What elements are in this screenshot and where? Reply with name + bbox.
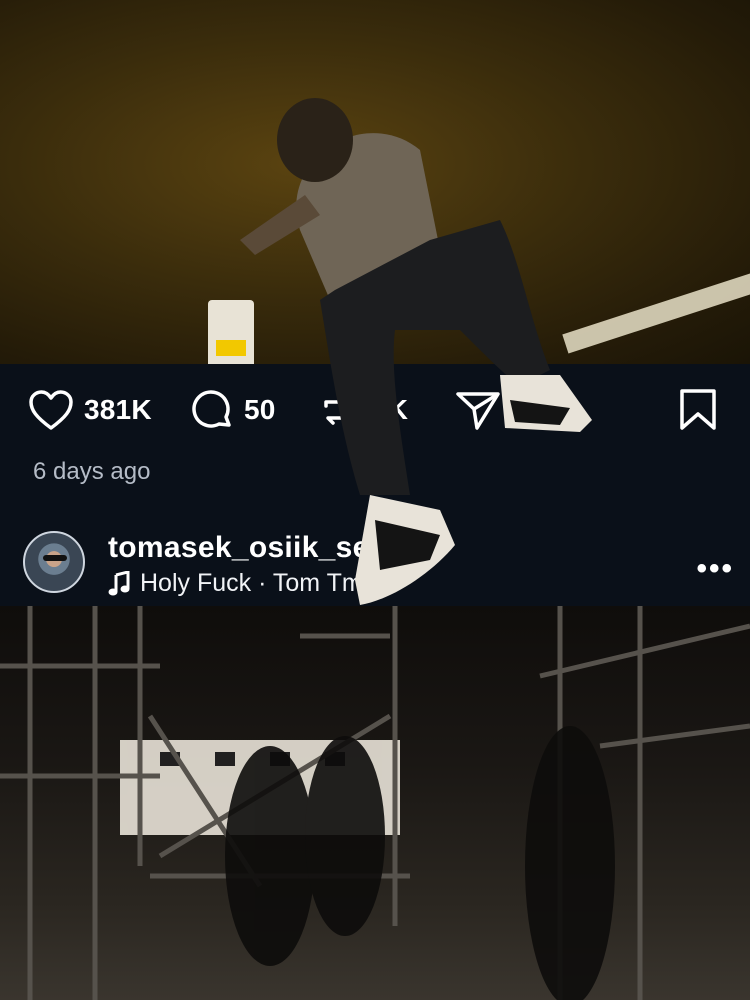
heart-icon (28, 389, 74, 431)
road-marking (562, 266, 750, 354)
more-options-button[interactable]: ••• (696, 552, 734, 586)
roadside-post (208, 300, 254, 364)
scaffolding-illustration (0, 606, 750, 1000)
comment-button[interactable]: 50 (190, 388, 276, 432)
save-button[interactable] (678, 388, 718, 432)
music-note-icon (108, 570, 130, 597)
avatar-sunglasses (43, 555, 67, 561)
username-text: tomasek_osiik_se (108, 531, 370, 564)
share-count: 7K (511, 394, 548, 425)
author-row: tomasek_osiik_se_ Holy Fuck · Tom Tm ••• (0, 528, 750, 598)
bookmark-icon (678, 388, 718, 432)
repost-count: 4K (372, 394, 409, 425)
repost-button[interactable]: 4K (318, 388, 408, 432)
more-dots-icon: ••• (696, 552, 734, 585)
comment-bubble-icon (190, 388, 234, 432)
music-track-link[interactable]: Holy Fuck · Tom Tm (108, 569, 363, 598)
send-icon (455, 388, 501, 432)
music-track-text: Holy Fuck · Tom T (140, 569, 342, 597)
post-timestamp: 6 days ago (33, 458, 151, 485)
like-button[interactable]: 381K (28, 388, 152, 432)
share-button[interactable]: 7K (455, 388, 547, 432)
avatar[interactable] (23, 531, 85, 593)
username-suffix: _ (369, 531, 387, 564)
comment-count: 50 (244, 394, 276, 425)
like-count: 381K (84, 394, 152, 425)
post-actions-bar: 381K 50 4K 7K (0, 388, 750, 432)
music-track-suffix: m (341, 569, 363, 597)
username-link[interactable]: tomasek_osiik_se_ (108, 531, 387, 565)
post-photo-bottom[interactable] (0, 606, 750, 1000)
post-photo-top[interactable] (0, 0, 750, 364)
repost-icon (318, 388, 362, 432)
